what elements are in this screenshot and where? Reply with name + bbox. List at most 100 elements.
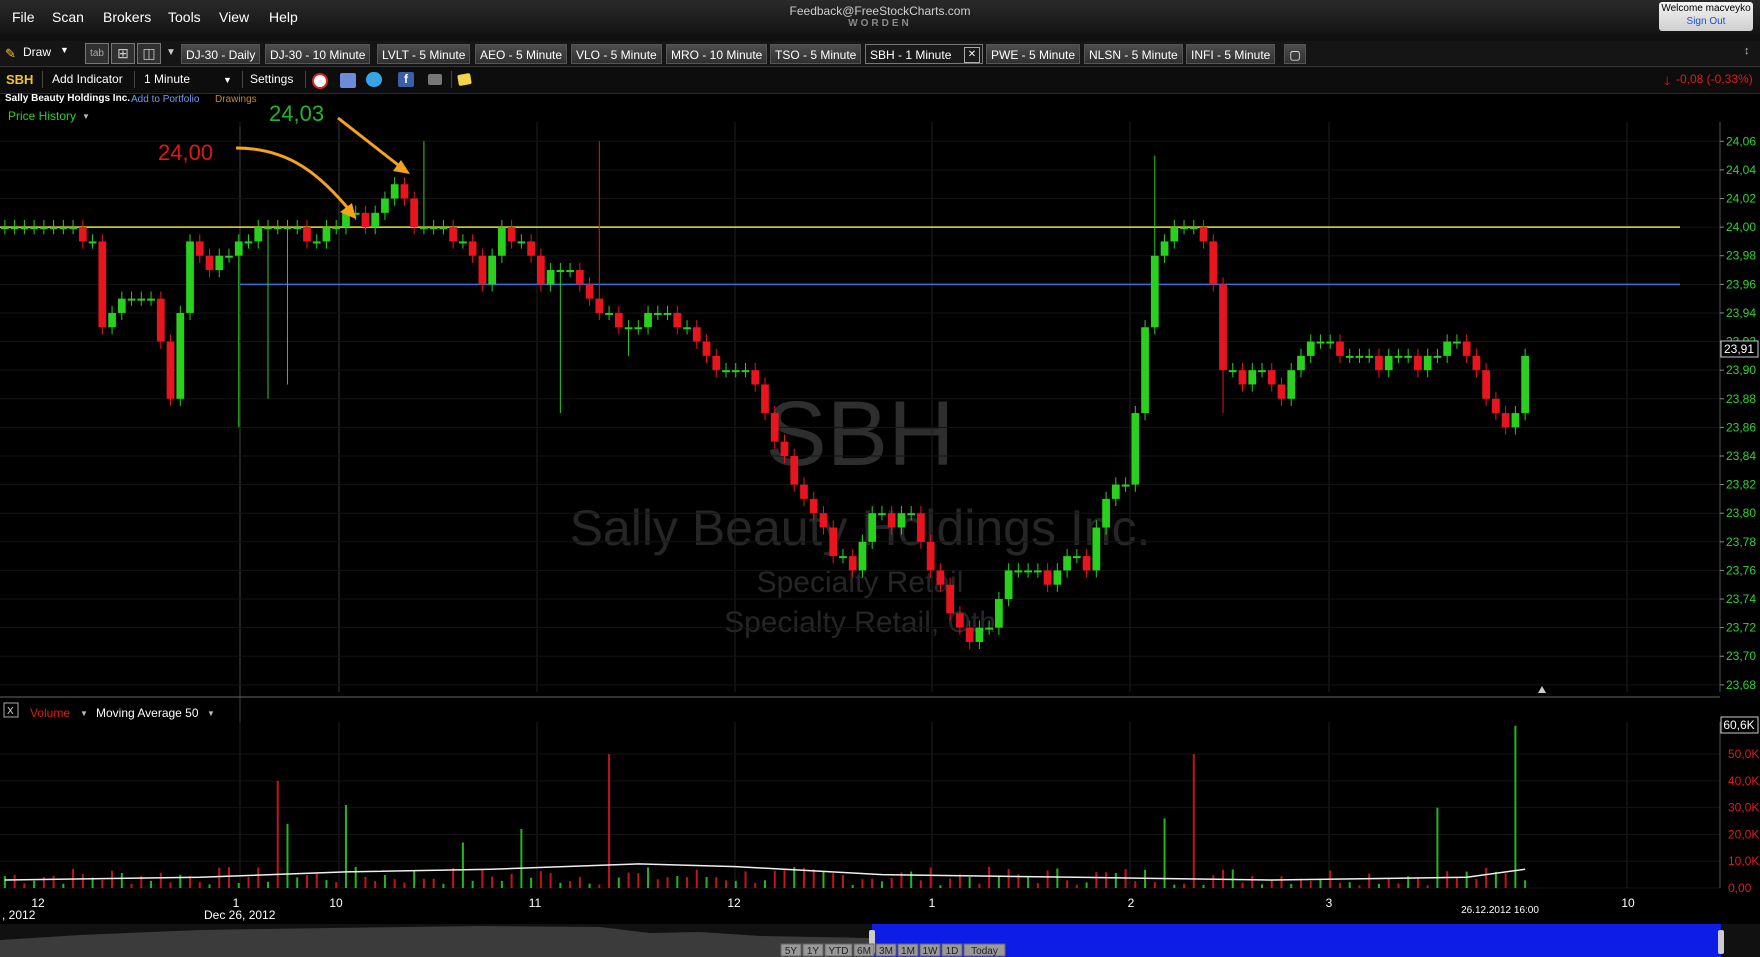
price-bar-body bbox=[644, 312, 652, 328]
volume-bar bbox=[949, 878, 952, 888]
price-tick-label: 23,82 bbox=[1726, 478, 1756, 492]
price-tick-label: 23,68 bbox=[1726, 678, 1756, 692]
volume-bar bbox=[1056, 868, 1059, 888]
volume-dropdown-icon[interactable]: ▼ bbox=[80, 709, 88, 718]
price-bar-body bbox=[1306, 341, 1315, 356]
volume-bar bbox=[461, 842, 464, 888]
price-bar-body bbox=[1404, 355, 1413, 358]
volume-bar bbox=[666, 877, 669, 888]
price-bar-body bbox=[1365, 355, 1374, 358]
price-bar-body bbox=[283, 227, 292, 230]
volume-tick-label: 30,0K bbox=[1728, 801, 1759, 815]
volume-bar bbox=[617, 877, 620, 888]
price-bar-body bbox=[1141, 327, 1149, 414]
volume-bar bbox=[919, 880, 922, 888]
price-tick-label: 23,94 bbox=[1726, 306, 1756, 320]
price-bar-body bbox=[848, 556, 857, 571]
price-bar-body bbox=[1024, 570, 1032, 573]
volume-bar bbox=[159, 872, 162, 888]
price-bar-body bbox=[1423, 355, 1432, 371]
volume-bar bbox=[1007, 868, 1010, 888]
volume-bar bbox=[286, 823, 289, 888]
price-bar-body bbox=[195, 241, 204, 256]
price-bar-body bbox=[254, 227, 263, 242]
time-tick-label: 1 bbox=[929, 896, 936, 910]
price-bar-body bbox=[137, 298, 146, 301]
volume-bar bbox=[1465, 871, 1468, 888]
price-bar-body bbox=[1297, 355, 1305, 371]
ma-dropdown-icon[interactable]: ▼ bbox=[207, 709, 215, 718]
volume-bar bbox=[1036, 882, 1039, 888]
price-bar-body bbox=[332, 227, 341, 230]
price-bar-body bbox=[780, 441, 789, 456]
price-bar-body bbox=[1326, 341, 1335, 344]
volume-bar bbox=[1241, 882, 1244, 888]
volume-bar bbox=[393, 879, 396, 888]
volume-bar bbox=[432, 878, 435, 888]
volume-bar bbox=[939, 885, 942, 888]
time-tick-label: 2 bbox=[1128, 896, 1135, 910]
volume-bar bbox=[988, 866, 991, 888]
volume-bar bbox=[734, 880, 737, 888]
volume-bar bbox=[1270, 880, 1273, 888]
price-bar-body bbox=[166, 341, 175, 399]
price-bar-body bbox=[1150, 255, 1159, 328]
timeline-navigator[interactable]: 5Y 1Y YTD 6M 3M 1M 1W 1D Today bbox=[0, 924, 1760, 957]
volume-bar bbox=[218, 867, 221, 888]
price-bar-body bbox=[566, 270, 574, 273]
price-bar-body bbox=[439, 227, 448, 230]
price-bar-body bbox=[1472, 355, 1481, 371]
price-bar-body bbox=[1443, 341, 1452, 356]
volume-bar bbox=[315, 872, 318, 888]
price-bar-body bbox=[478, 255, 487, 285]
volume-label[interactable]: Volume bbox=[30, 706, 70, 720]
volume-bar bbox=[266, 881, 269, 888]
price-tick-label: 23,98 bbox=[1726, 249, 1756, 263]
price-bar-body bbox=[1199, 227, 1208, 242]
volume-bar bbox=[1114, 872, 1117, 888]
price-bar-body bbox=[69, 227, 77, 230]
time-tick-label: 12 bbox=[31, 896, 45, 910]
volume-bar bbox=[42, 877, 45, 888]
price-bar-body bbox=[1258, 370, 1266, 373]
arrow-to-24-00 bbox=[235, 146, 354, 214]
price-bar-body bbox=[98, 241, 107, 328]
price-bar-body bbox=[1375, 355, 1383, 371]
price-bar-body bbox=[1482, 370, 1491, 399]
price-bar-body bbox=[1121, 484, 1130, 487]
price-bar-body bbox=[1336, 341, 1344, 356]
price-bar-body bbox=[1189, 227, 1198, 230]
price-bar-body bbox=[868, 513, 877, 542]
volume-bar bbox=[247, 876, 250, 888]
volume-bar bbox=[305, 875, 308, 888]
price-bar-body bbox=[917, 513, 925, 542]
price-bar-body bbox=[273, 227, 282, 230]
range-button-label: Today bbox=[971, 946, 998, 957]
price-bar-body bbox=[400, 184, 409, 199]
volume-bar bbox=[851, 884, 854, 888]
price-bar-body bbox=[234, 241, 243, 256]
volume-bars bbox=[3, 725, 1527, 888]
price-bar-body bbox=[1170, 227, 1179, 242]
volume-bar bbox=[910, 871, 913, 888]
timeline-right-handle[interactable] bbox=[1718, 930, 1724, 954]
volume-bar bbox=[81, 874, 84, 888]
volume-bar bbox=[169, 882, 172, 888]
price-bar-body bbox=[975, 627, 984, 642]
volume-bar bbox=[403, 882, 406, 888]
time-tick-label: 10 bbox=[1621, 896, 1635, 910]
price-bar-body bbox=[1345, 355, 1354, 358]
price-bar-body bbox=[517, 241, 526, 244]
price-tick-label: 23,72 bbox=[1726, 621, 1756, 635]
price-bar-body bbox=[88, 241, 97, 244]
volume-bar bbox=[1192, 754, 1195, 888]
price-bar-body bbox=[985, 627, 994, 630]
volume-bar bbox=[1416, 877, 1419, 888]
volume-bar bbox=[1027, 876, 1030, 888]
volume-bar bbox=[1183, 883, 1186, 888]
volume-bar bbox=[530, 877, 533, 888]
price-bar-body bbox=[624, 327, 633, 330]
panel-resize-icon[interactable] bbox=[1538, 686, 1546, 693]
volume-bar bbox=[1153, 882, 1156, 888]
moving-average-label[interactable]: Moving Average 50 bbox=[96, 706, 199, 720]
